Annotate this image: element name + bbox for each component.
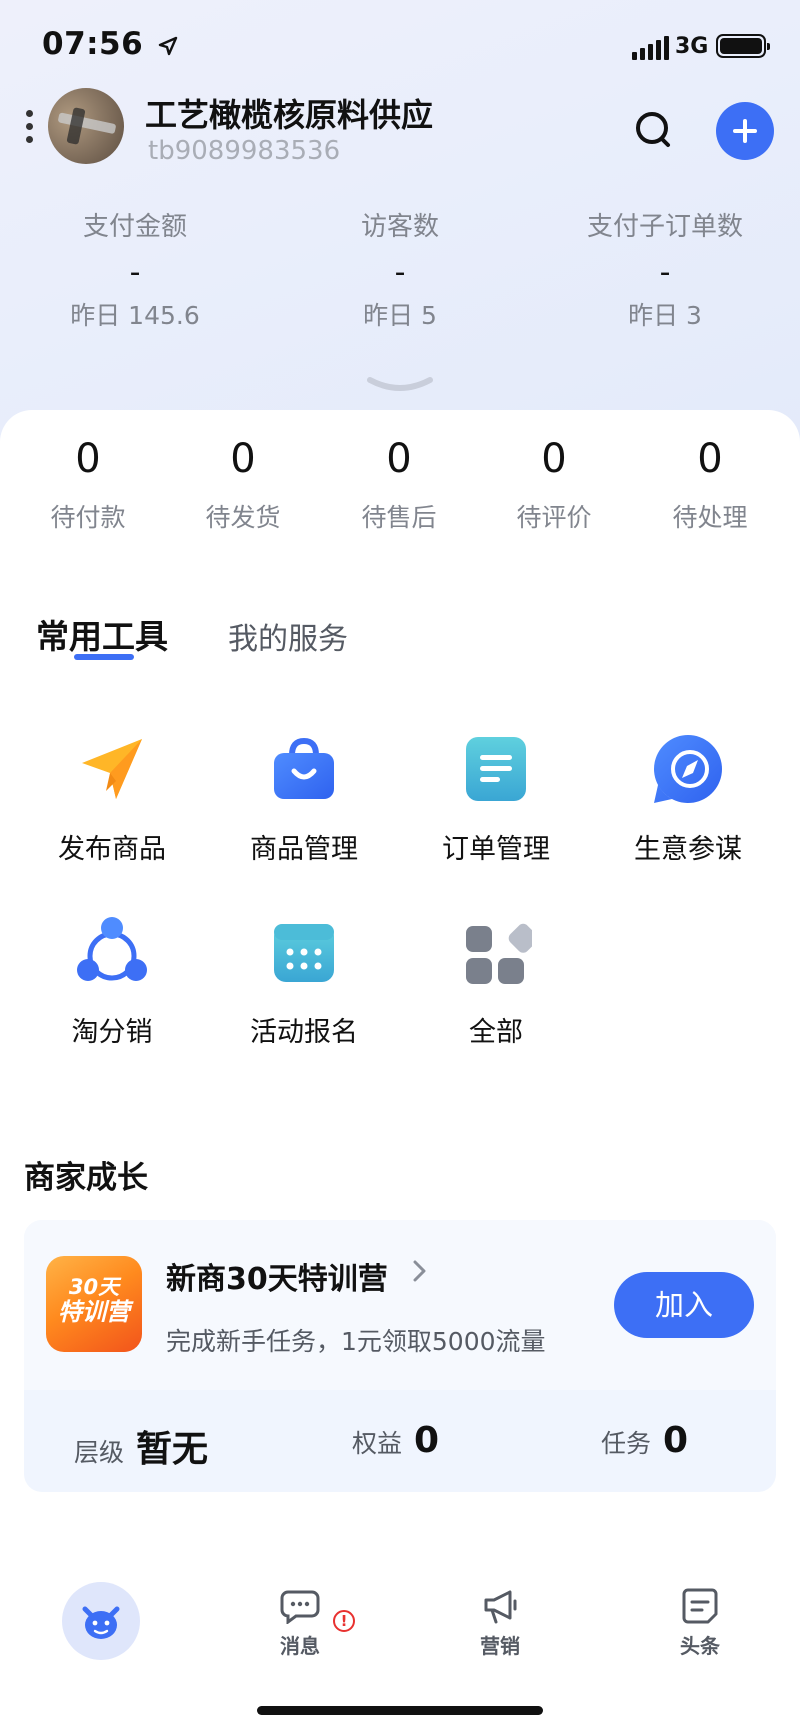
cow-mascot-icon [82, 1606, 120, 1639]
nav-label: 消息 [280, 1634, 320, 1658]
shop-name: 工艺橄榄核原料供应 [145, 96, 434, 134]
order-label: 待评价 [516, 503, 592, 532]
level-label: 层级 [74, 1438, 125, 1467]
main-card [0, 410, 800, 1731]
campaign-badge: 30天 特训营 [46, 1256, 142, 1352]
stat-yesterday: 昨日 145.6 [70, 301, 200, 330]
tool-tao-distribution[interactable]: 淘分销 [16, 916, 208, 1049]
stat-value: - [659, 255, 671, 290]
order-count: 0 [541, 436, 567, 482]
order-label: 待售后 [361, 503, 437, 532]
order-pending-payment[interactable]: 0 待付款 [10, 436, 166, 534]
battery-icon [716, 34, 770, 58]
home-indicator[interactable] [257, 1706, 543, 1715]
calendar-icon [268, 916, 340, 988]
news-document-icon [680, 1588, 720, 1624]
tool-product-management[interactable]: 商品管理 [208, 733, 400, 866]
signal-strength-icon [632, 36, 669, 60]
rights-value: 0 [414, 1420, 440, 1461]
order-count: 0 [697, 436, 723, 482]
megaphone-icon [480, 1588, 520, 1624]
growth-card[interactable]: 30天 特训营 新商30天特训营 完成新手任务，1元领取5000流量 加入 层级… [24, 1220, 776, 1492]
alert-badge-icon: ! [333, 1610, 355, 1632]
tool-label: 发布商品 [58, 834, 166, 865]
tab-active-indicator [74, 654, 134, 660]
plus-icon [733, 119, 757, 143]
chat-bubble-icon [280, 1588, 320, 1625]
grid-apps-icon [460, 916, 538, 988]
share-network-icon [76, 916, 148, 988]
status-time: 07:56 [42, 26, 178, 62]
tab-common-tools[interactable]: 常用工具 [36, 610, 168, 658]
join-button[interactable]: 加入 [614, 1272, 754, 1338]
tool-label: 商品管理 [250, 834, 358, 865]
growth-tasks[interactable]: 任务 0 [601, 1420, 688, 1461]
stat-label: 访客数 [360, 212, 439, 242]
document-list-icon [460, 733, 532, 805]
growth-level[interactable]: 层级 暂无 [74, 1420, 208, 1472]
shop-avatar[interactable] [48, 88, 124, 164]
shopping-bag-icon [268, 733, 340, 805]
paper-plane-icon [76, 733, 148, 805]
chevron-right-icon[interactable] [412, 1258, 428, 1288]
more-menu-icon[interactable] [26, 110, 33, 143]
nav-label: 营销 [480, 1634, 520, 1658]
tool-label: 全部 [469, 1017, 523, 1048]
tool-label: 淘分销 [71, 1017, 153, 1048]
stat-value: - [129, 255, 141, 290]
stat-label: 支付金额 [82, 212, 187, 242]
stat-payment-amount[interactable]: 支付金额 - 昨日 145.6 [2, 206, 268, 332]
shop-id: tb9089983536 [148, 136, 341, 166]
tool-label: 订单管理 [442, 834, 550, 865]
tool-label: 活动报名 [250, 1017, 358, 1048]
tool-business-advisor[interactable]: 生意参谋 [592, 733, 784, 866]
order-pending-shipment[interactable]: 0 待发货 [165, 436, 321, 534]
order-label: 待处理 [672, 503, 748, 532]
tool-order-management[interactable]: 订单管理 [400, 733, 592, 866]
nav-marketing[interactable]: 营销 [440, 1588, 560, 1659]
search-icon[interactable] [630, 106, 678, 154]
stat-label: 支付子订单数 [586, 212, 743, 242]
level-value: 暂无 [136, 1429, 209, 1470]
order-pending-review[interactable]: 0 待评价 [476, 436, 632, 534]
location-arrow-icon [159, 36, 178, 55]
growth-rights[interactable]: 权益 0 [352, 1420, 439, 1461]
add-button[interactable] [716, 102, 774, 160]
order-after-sales[interactable]: 0 待售后 [321, 436, 477, 534]
stat-sub-orders[interactable]: 支付子订单数 - 昨日 3 [532, 206, 798, 332]
order-count: 0 [386, 436, 412, 482]
rights-label: 权益 [352, 1429, 403, 1458]
order-label: 待发货 [205, 503, 281, 532]
stat-value: - [394, 255, 406, 290]
tasks-label: 任务 [601, 1429, 652, 1458]
section-title-merchant-growth: 商家成长 [24, 1160, 148, 1196]
order-label: 待付款 [50, 503, 126, 532]
order-pending-handling[interactable]: 0 待处理 [632, 436, 788, 534]
order-count: 0 [75, 436, 101, 482]
stat-yesterday: 昨日 5 [363, 301, 437, 330]
nav-headlines[interactable]: 头条 [640, 1588, 760, 1659]
campaign-subtitle: 完成新手任务，1元领取5000流量 [166, 1327, 546, 1356]
network-type: 3G [675, 34, 709, 59]
tasks-value: 0 [663, 1420, 689, 1461]
nav-home[interactable] [62, 1582, 140, 1660]
tool-label: 生意参谋 [634, 834, 742, 865]
tab-my-services[interactable]: 我的服务 [228, 614, 348, 658]
compass-icon [652, 733, 724, 805]
tool-all[interactable]: 全部 [400, 916, 592, 1049]
stat-visitors[interactable]: 访客数 - 昨日 5 [267, 206, 533, 332]
stat-yesterday: 昨日 3 [628, 301, 702, 330]
campaign-title[interactable]: 新商30天特训营 [166, 1254, 388, 1298]
order-count: 0 [230, 436, 256, 482]
nav-label: 头条 [680, 1634, 720, 1658]
expand-chevron-icon[interactable] [366, 374, 434, 398]
tool-publish-product[interactable]: 发布商品 [16, 733, 208, 866]
tool-event-signup[interactable]: 活动报名 [208, 916, 400, 1049]
